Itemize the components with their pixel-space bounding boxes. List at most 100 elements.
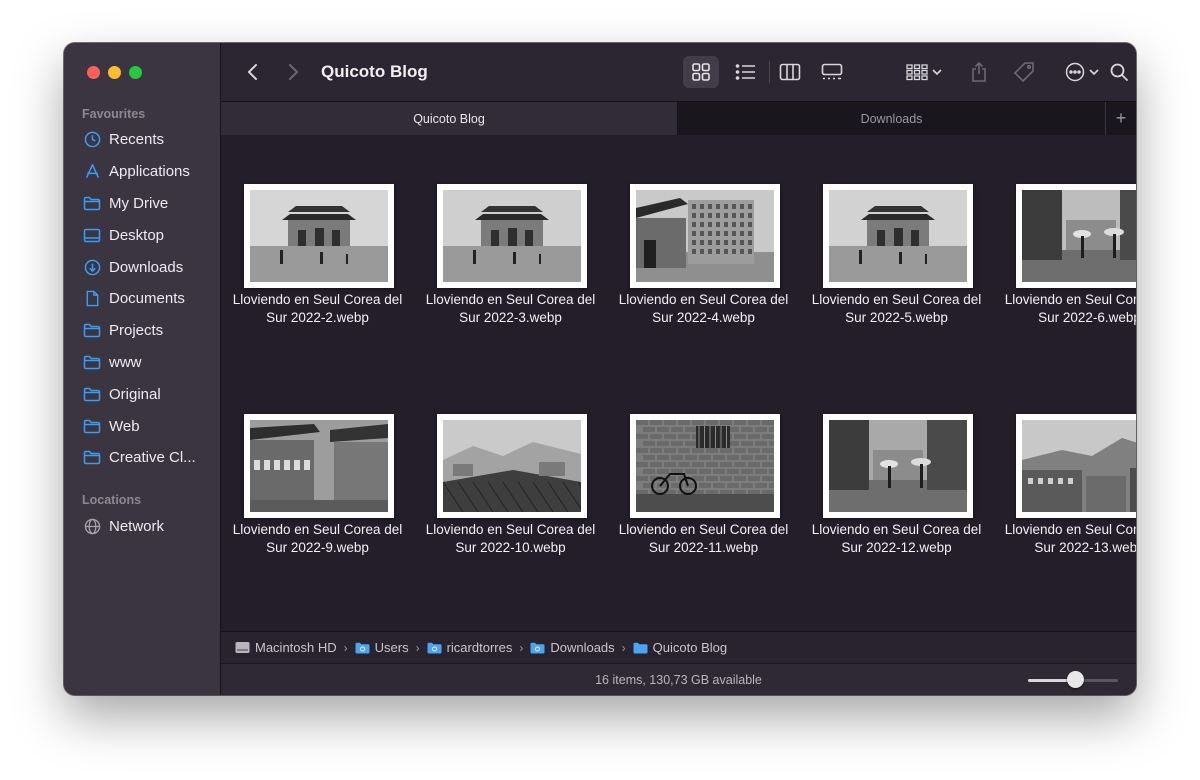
- chevron-down-icon: [1089, 69, 1099, 76]
- tab-downloads[interactable]: Downloads: [678, 102, 1106, 135]
- tag-button[interactable]: [1008, 56, 1040, 88]
- path-separator-icon: ›: [621, 640, 626, 655]
- gallery-view-button[interactable]: [815, 56, 849, 88]
- list-view-button[interactable]: [729, 56, 763, 88]
- desktop-icon: [83, 226, 101, 244]
- photo-thumbnail-image: [636, 190, 774, 282]
- gallery-icon: [821, 63, 843, 80]
- forward-button[interactable]: [281, 60, 305, 84]
- sidebar-item-label: Projects: [109, 322, 164, 340]
- folder-icon: [83, 449, 101, 467]
- folder-icon: [83, 194, 101, 212]
- path-bar: Macintosh HD › Users › ricardtorres › Download…: [221, 631, 1136, 663]
- minimize-window-button[interactable]: [108, 66, 121, 79]
- columns-icon: [779, 63, 801, 81]
- sidebar-item-label: Network: [109, 518, 165, 536]
- group-grid-icon: [906, 64, 928, 81]
- file-item[interactable]: Lloviendo en Seul Corea del Sur 2022-5.w…: [800, 135, 993, 335]
- sidebar-item-applications[interactable]: Applications: [64, 156, 220, 188]
- file-thumbnail[interactable]: [630, 414, 780, 518]
- more-actions-button[interactable]: [1059, 56, 1105, 88]
- file-item[interactable]: Lloviendo en Seul Corea del Sur 2022-3.w…: [414, 135, 607, 335]
- sidebar-item-network[interactable]: Network: [64, 511, 220, 543]
- share-icon: [972, 61, 986, 82]
- sidebar-item-original[interactable]: Original: [64, 378, 220, 410]
- sidebar-item-creative-cl[interactable]: Creative Cl...: [64, 442, 220, 474]
- share-button[interactable]: [965, 56, 993, 88]
- file-item[interactable]: Lloviendo en Seul Corea del Sur 2022-13.…: [993, 365, 1136, 565]
- file-item[interactable]: Lloviendo en Seul Corea del Sur 2022-11.…: [607, 365, 800, 565]
- column-view-button[interactable]: [773, 56, 807, 88]
- file-thumbnail[interactable]: [244, 414, 394, 518]
- path-separator-icon: ›: [415, 640, 420, 655]
- search-toolbar-button[interactable]: [1104, 56, 1134, 88]
- sidebar: Favourites Recents Applications My Drive De…: [64, 43, 221, 695]
- favourites-header: Favourites: [82, 107, 146, 121]
- back-button[interactable]: [241, 60, 265, 84]
- search-icon: [1110, 63, 1128, 81]
- file-thumbnail[interactable]: [630, 184, 780, 288]
- zoom-window-button[interactable]: [129, 66, 142, 79]
- locations-list: Network: [64, 511, 220, 543]
- file-name: Lloviendo en Seul Corea del Sur 2022-5.w…: [811, 292, 982, 325]
- path-crumb[interactable]: ricardtorres: [427, 640, 512, 655]
- chevron-right-icon: [289, 64, 298, 80]
- file-thumbnail[interactable]: [1016, 184, 1136, 288]
- file-item[interactable]: Lloviendo en Seul Corea del Sur 2022-2.w…: [221, 135, 414, 335]
- icon-view-button[interactable]: [683, 56, 719, 88]
- photo-thumbnail-image: [829, 190, 967, 282]
- path-crumb-label: Macintosh HD: [255, 640, 337, 655]
- sidebar-item-label: Applications: [109, 163, 190, 181]
- path-crumb-label: Users: [374, 640, 409, 655]
- chevron-left-icon: [248, 64, 257, 80]
- tab-label: Quicoto Blog: [413, 111, 485, 126]
- path-crumb[interactable]: Users: [355, 640, 409, 655]
- close-window-button[interactable]: [87, 66, 100, 79]
- photo-thumbnail-image: [1022, 190, 1136, 282]
- folder-icon: [83, 353, 101, 371]
- file-item[interactable]: Lloviendo en Seul Corea del Sur 2022-4.w…: [607, 135, 800, 335]
- sidebar-item-www[interactable]: www: [64, 347, 220, 379]
- folder-icon: [355, 642, 370, 654]
- file-thumbnail[interactable]: [244, 184, 394, 288]
- group-by-button[interactable]: [901, 56, 947, 88]
- path-crumb[interactable]: Downloads: [530, 640, 615, 655]
- file-name: Lloviendo en Seul Corea del Sur 2022-12.…: [811, 522, 982, 555]
- file-item[interactable]: Lloviendo en Seul Corea del Sur 2022-9.w…: [221, 365, 414, 565]
- status-bar: 16 items, 130,73 GB available: [221, 663, 1136, 695]
- photo-thumbnail-image: [829, 420, 967, 512]
- sidebar-item-downloads[interactable]: Downloads: [64, 251, 220, 283]
- folder-icon: [427, 642, 442, 654]
- sidebar-item-label: Downloads: [109, 258, 184, 276]
- file-item[interactable]: Lloviendo en Seul Corea del Sur 2022-12.…: [800, 365, 993, 565]
- folder-icon: [530, 642, 545, 654]
- clock-icon: [83, 131, 101, 149]
- sidebar-item-desktop[interactable]: Desktop: [64, 219, 220, 251]
- file-thumbnail[interactable]: [823, 184, 973, 288]
- path-crumb[interactable]: Quicoto Blog: [633, 640, 727, 655]
- hard-drive-icon: [235, 641, 250, 654]
- status-text: 16 items, 130,73 GB available: [595, 673, 762, 687]
- file-item[interactable]: Lloviendo en Seul Corea del Sur 2022-10.…: [414, 365, 607, 565]
- sidebar-item-label: Documents: [109, 290, 185, 308]
- sidebar-item-my-drive[interactable]: My Drive: [64, 188, 220, 220]
- file-thumbnail[interactable]: [437, 414, 587, 518]
- new-tab-button[interactable]: +: [1106, 102, 1136, 135]
- folder-icon: [83, 417, 101, 435]
- sidebar-item-web[interactable]: Web: [64, 410, 220, 442]
- sidebar-item-recents[interactable]: Recents: [64, 124, 220, 156]
- file-thumbnail[interactable]: [823, 414, 973, 518]
- file-thumbnail[interactable]: [1016, 414, 1136, 518]
- sidebar-item-projects[interactable]: Projects: [64, 315, 220, 347]
- file-name: Lloviendo en Seul Corea del Sur 2022-6.w…: [1004, 292, 1136, 325]
- sidebar-item-documents[interactable]: Documents: [64, 283, 220, 315]
- tab-quicoto-blog[interactable]: Quicoto Blog: [221, 102, 678, 135]
- sidebar-item-label: Original: [109, 385, 161, 403]
- folder-icon: [83, 385, 101, 403]
- folder-icon: [633, 642, 648, 654]
- file-thumbnail[interactable]: [437, 184, 587, 288]
- network-icon: [83, 518, 101, 536]
- path-crumb[interactable]: Macintosh HD: [235, 640, 337, 655]
- tag-icon: [1013, 62, 1034, 83]
- file-item[interactable]: Lloviendo en Seul Corea del Sur 2022-6.w…: [993, 135, 1136, 335]
